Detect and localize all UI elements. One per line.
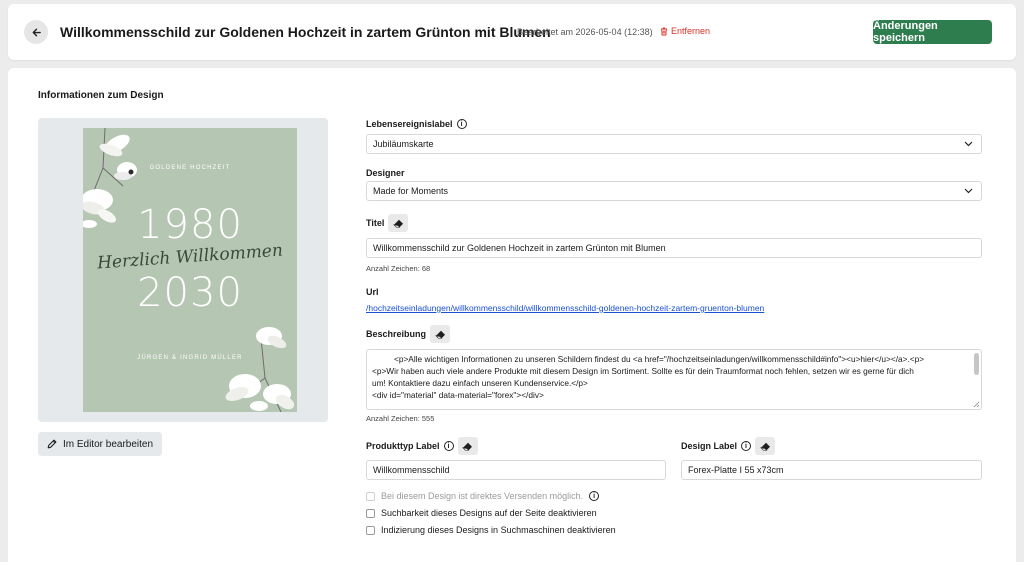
edited-timestamp: Bearbeitet am 2026-05-04 (12:38) (517, 27, 653, 37)
product-type-input[interactable]: Willkommensschild (366, 460, 666, 480)
design-label-label-text: Design Label (681, 441, 738, 451)
pencil-icon (47, 439, 57, 449)
info-icon[interactable]: i (443, 441, 454, 451)
title-input[interactable]: Willkommensschild zur Goldenen Hochzeit … (366, 238, 982, 258)
checkbox-label: Bei diesem Design ist direktes Versenden… (381, 491, 584, 501)
checkbox[interactable] (366, 525, 375, 535)
design-info-panel: Informationen zum Design GOLDENE HOCHZEI… (8, 68, 1016, 562)
life-event-label: Lebensereignislabel i (366, 119, 467, 129)
title-label-text: Titel (366, 218, 385, 228)
card-year-bottom: 2030 (137, 270, 243, 316)
info-icon[interactable]: i (456, 119, 467, 129)
page-title: Willkommensschild zur Goldenen Hochzeit … (60, 24, 551, 40)
life-event-select[interactable]: Jubiläumskarte (366, 134, 982, 154)
title-clear-button[interactable] (388, 214, 409, 232)
url-label: Url (366, 287, 379, 297)
edit-in-editor-button[interactable]: Im Editor bearbeiten (38, 432, 162, 456)
resize-handle-icon[interactable] (973, 401, 980, 408)
product-type-label-text: Produkttyp Label (366, 441, 440, 451)
remove-button[interactable]: Entfernen (660, 26, 710, 36)
life-event-label-text: Lebensereignislabel (366, 119, 453, 129)
description-line: <p>Alle wichtigen Informationen zu unser… (394, 354, 925, 364)
url-link[interactable]: /hochzeitseinladungen/willkommensschild/… (366, 303, 764, 313)
product-type-label: Produkttyp Label i (366, 437, 478, 455)
trash-icon (661, 27, 667, 35)
design-preview: GOLDENE HOCHZEIT 1980 Herzlich Willkomme… (38, 118, 328, 422)
checkbox-disable-indexing[interactable]: Indizierung dieses Designs in Suchmaschi… (366, 525, 616, 535)
description-line: <p>Wir haben auch viele andere Produkte … (372, 366, 914, 376)
arrow-left-icon (32, 28, 41, 36)
description-line: um! Kontaktiere dazu einfach unseren Kun… (372, 378, 588, 388)
info-icon[interactable]: i (741, 441, 752, 451)
top-bar: Willkommensschild zur Goldenen Hochzeit … (8, 4, 1016, 60)
eraser-icon (392, 219, 403, 227)
description-textarea[interactable]: <p>Alle wichtigen Informationen zu unser… (366, 349, 982, 410)
checkbox[interactable] (366, 508, 375, 518)
design-label-label: Design Label i (681, 437, 776, 455)
checkbox-label: Indizierung dieses Designs in Suchmaschi… (381, 525, 616, 535)
checkbox-label: Suchbarkeit dieses Designs auf der Seite… (381, 508, 597, 518)
designer-select[interactable]: Made for Moments (366, 181, 982, 201)
save-changes-button[interactable]: Änderungen speichern (873, 20, 992, 44)
edit-in-editor-label: Im Editor bearbeiten (62, 438, 154, 450)
eraser-icon (462, 442, 473, 450)
designer-label: Designer (366, 168, 405, 178)
info-icon[interactable]: i (589, 491, 600, 501)
eraser-icon (759, 442, 770, 450)
description-label-text: Beschreibung (366, 329, 427, 339)
card-header-text: GOLDENE HOCHZEIT (149, 165, 231, 171)
description-label: Beschreibung (366, 325, 451, 343)
design-label-clear-button[interactable] (755, 437, 776, 455)
checkbox[interactable] (366, 491, 375, 501)
description-clear-button[interactable] (430, 325, 451, 343)
back-button[interactable] (24, 20, 48, 44)
design-card: GOLDENE HOCHZEIT 1980 Herzlich Willkomme… (83, 128, 297, 412)
magnolia-flower-bottom (225, 327, 295, 412)
description-line: <div id="material" data-material="forex"… (372, 390, 544, 400)
chevron-down-icon (964, 188, 973, 194)
description-char-count: Anzahl Zeichen: 555 (366, 414, 435, 423)
title-label: Titel (366, 214, 409, 232)
eraser-icon (434, 330, 445, 338)
textarea-scrollbar[interactable] (974, 353, 979, 375)
remove-label: Entfernen (671, 26, 711, 36)
life-event-value: Jubiläumskarte (373, 139, 434, 149)
card-names: JÜRGEN & INGRID MÜLLER (137, 355, 243, 361)
designer-value: Made for Moments (373, 186, 449, 196)
checkbox-direct-shipping[interactable]: Bei diesem Design ist direktes Versenden… (366, 491, 600, 501)
chevron-down-icon (964, 141, 973, 147)
title-char-count: Anzahl Zeichen: 68 (366, 264, 431, 273)
product-type-clear-button[interactable] (457, 437, 478, 455)
design-label-input[interactable]: Forex-Platte I 55 x73cm (681, 460, 982, 480)
checkbox-disable-searchability[interactable]: Suchbarkeit dieses Designs auf der Seite… (366, 508, 597, 518)
section-title: Informationen zum Design (38, 90, 164, 101)
